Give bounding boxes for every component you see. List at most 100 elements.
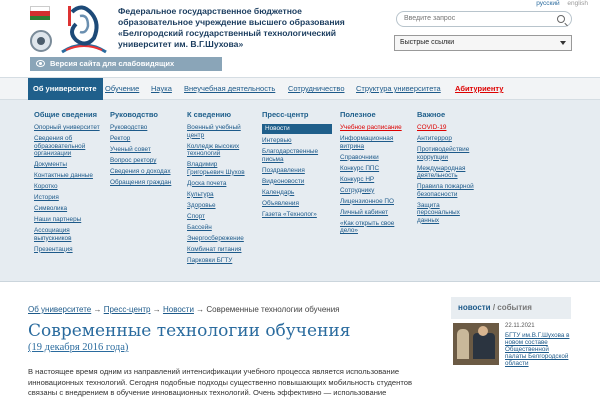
menu-link[interactable]: Антитеррор xyxy=(417,135,483,143)
menu-link[interactable]: Лицензионное ПО xyxy=(340,198,406,206)
menu-link[interactable]: Презентация xyxy=(34,246,102,254)
mega-menu: Общие сведения Опорный университет Сведе… xyxy=(0,100,600,282)
menu-link[interactable]: Конкурс НР xyxy=(340,176,406,184)
menu-link[interactable]: Наши партнеры xyxy=(34,216,102,224)
menu-link[interactable]: Руководство xyxy=(110,124,172,132)
impaired-version-label: Версия сайта для слабовидящих xyxy=(50,59,175,68)
menu-link[interactable]: Символика xyxy=(34,205,102,213)
menu-link[interactable]: Календарь xyxy=(262,189,332,197)
language-switch: русский english xyxy=(530,0,588,7)
menu-link[interactable]: Сотруднику xyxy=(340,187,406,195)
menu-link[interactable]: Противодействие коррупции xyxy=(417,146,483,161)
article-line: инновационных технологий. Сегодня подобн… xyxy=(28,377,412,387)
search-box xyxy=(396,11,572,27)
chevron-down-icon xyxy=(560,41,566,45)
menu-link[interactable]: Вопрос ректору xyxy=(110,157,172,165)
nav-education[interactable]: Обучение xyxy=(105,84,139,93)
menu-column-important: Важное COVID-19 Антитеррор Противодейств… xyxy=(417,110,483,228)
university-name: Федеральное государственное бюджетное об… xyxy=(118,6,345,49)
breadcrumb-separator: → xyxy=(93,305,102,314)
nav-extracurricular[interactable]: Внеучебная деятельность xyxy=(184,84,275,93)
menu-link[interactable]: Учебное расписание xyxy=(340,124,406,132)
flag-icon xyxy=(30,6,50,20)
lang-russian[interactable]: русский xyxy=(536,0,559,7)
menu-column-title: Полезное xyxy=(340,110,376,119)
menu-link[interactable]: История xyxy=(34,194,102,202)
menu-link[interactable]: Поздравления xyxy=(262,167,332,175)
breadcrumb-item-current: Современные технологии обучения xyxy=(206,305,340,314)
menu-column-leadership: Руководство Руководство Ректор Ученый со… xyxy=(110,110,172,190)
menu-link[interactable]: Владимир Григорьевич Шухов xyxy=(187,161,255,176)
article-date[interactable]: (19 декабря 2016 года) xyxy=(28,342,128,353)
nav-cooperation[interactable]: Сотрудничество xyxy=(288,84,345,93)
menu-link[interactable]: Парковки БГТУ xyxy=(187,257,255,265)
events-tab[interactable]: события xyxy=(497,303,532,312)
quick-links-label: Быстрые ссылки xyxy=(400,39,455,46)
logo-icon[interactable] xyxy=(58,4,110,56)
menu-column-title: Пресс-центр xyxy=(262,110,309,119)
menu-link[interactable]: Энергосбережение xyxy=(187,235,255,243)
menu-link[interactable]: Объявления xyxy=(262,200,332,208)
breadcrumb-separator: → xyxy=(152,305,161,314)
news-tab[interactable]: новости xyxy=(458,303,491,312)
menu-link[interactable]: Сведения об образовательной организации xyxy=(34,135,102,158)
news-thumbnail[interactable] xyxy=(453,323,499,365)
menu-link[interactable]: Коротко xyxy=(34,183,102,191)
menu-column-general: Общие сведения Опорный университет Сведе… xyxy=(34,110,102,257)
breadcrumb-separator: → xyxy=(196,305,205,314)
menu-column-title: К сведению xyxy=(187,110,231,119)
menu-link[interactable]: Ученый совет xyxy=(110,146,172,154)
emblem-group xyxy=(30,4,110,56)
breadcrumb-item-news[interactable]: Новости xyxy=(163,305,194,314)
menu-link[interactable]: Справочники xyxy=(340,154,406,162)
search-input[interactable] xyxy=(404,15,554,22)
site-header: Федеральное государственное бюджетное об… xyxy=(0,0,600,75)
menu-link[interactable]: Ассоциация выпускников xyxy=(34,227,102,242)
menu-link[interactable]: Документы xyxy=(34,161,102,169)
menu-link[interactable]: Видеоновости xyxy=(262,178,332,186)
menu-link[interactable]: Международная деятельность xyxy=(417,165,483,180)
menu-link[interactable]: Защита персональных данных xyxy=(417,202,483,225)
menu-column-press: Пресс-центр Новости Интервью Благодарств… xyxy=(262,110,332,222)
impaired-version-button[interactable]: Версия сайта для слабовидящих xyxy=(30,57,222,71)
breadcrumb-item-press[interactable]: Пресс-центр xyxy=(104,305,151,314)
menu-link[interactable]: Интервью xyxy=(262,137,332,145)
menu-link[interactable]: Контактные данные xyxy=(34,172,102,180)
menu-link[interactable]: «Как открыть свое дело» xyxy=(340,220,406,235)
seal-icon xyxy=(30,30,52,52)
eye-icon xyxy=(36,60,45,67)
menu-link[interactable]: Культура xyxy=(187,191,255,199)
menu-link[interactable]: Колледж высоких технологий xyxy=(187,143,255,158)
nav-applicants[interactable]: Абитуриенту xyxy=(455,84,503,93)
menu-link-active[interactable]: Новости xyxy=(262,124,332,134)
menu-link[interactable]: Информационная витрина xyxy=(340,135,406,150)
menu-link[interactable]: Военный учебный центр xyxy=(187,124,255,139)
menu-link[interactable]: Правила пожарной безопасности xyxy=(417,183,483,198)
breadcrumb-item-about[interactable]: Об университете xyxy=(28,305,91,314)
nav-structure[interactable]: Структура университета xyxy=(356,84,441,93)
menu-link[interactable]: Бассейн xyxy=(187,224,255,232)
menu-link[interactable]: Обращения граждан xyxy=(110,179,172,187)
menu-link[interactable]: Здоровье xyxy=(187,202,255,210)
menu-link[interactable]: COVID-19 xyxy=(417,124,483,132)
news-link[interactable]: БГТУ им.В.Г.Шухова в новом составе Общес… xyxy=(505,332,571,367)
menu-link[interactable]: Опорный университет xyxy=(34,124,102,132)
nav-science[interactable]: Наука xyxy=(151,84,172,93)
menu-link[interactable]: Ректор xyxy=(110,135,172,143)
menu-link[interactable]: Газета «Технолог» xyxy=(262,211,332,219)
main-nav: Об университете Обучение Наука Внеучебна… xyxy=(0,77,600,100)
menu-column-title: Руководство xyxy=(110,110,159,119)
menu-link[interactable]: Конкурс ППС xyxy=(340,165,406,173)
quick-links-select[interactable]: Быстрые ссылки xyxy=(394,35,572,51)
menu-link[interactable]: Сведения о доходах xyxy=(110,168,172,176)
breadcrumb: Об университете → Пресс-центр → Новости … xyxy=(28,305,340,314)
menu-link[interactable]: Доска почета xyxy=(187,180,255,188)
menu-link[interactable]: Комбинат питания xyxy=(187,246,255,254)
menu-link[interactable]: Благодарственные письма xyxy=(262,148,332,163)
news-sidebar: новости / события 22.11.2021 БГТУ им.В.Г… xyxy=(451,297,571,367)
search-icon[interactable] xyxy=(557,15,565,23)
menu-link[interactable]: Личный кабинет xyxy=(340,209,406,217)
lang-english[interactable]: english xyxy=(567,0,588,7)
menu-link[interactable]: Спорт xyxy=(187,213,255,221)
nav-about[interactable]: Об университете xyxy=(28,78,103,100)
